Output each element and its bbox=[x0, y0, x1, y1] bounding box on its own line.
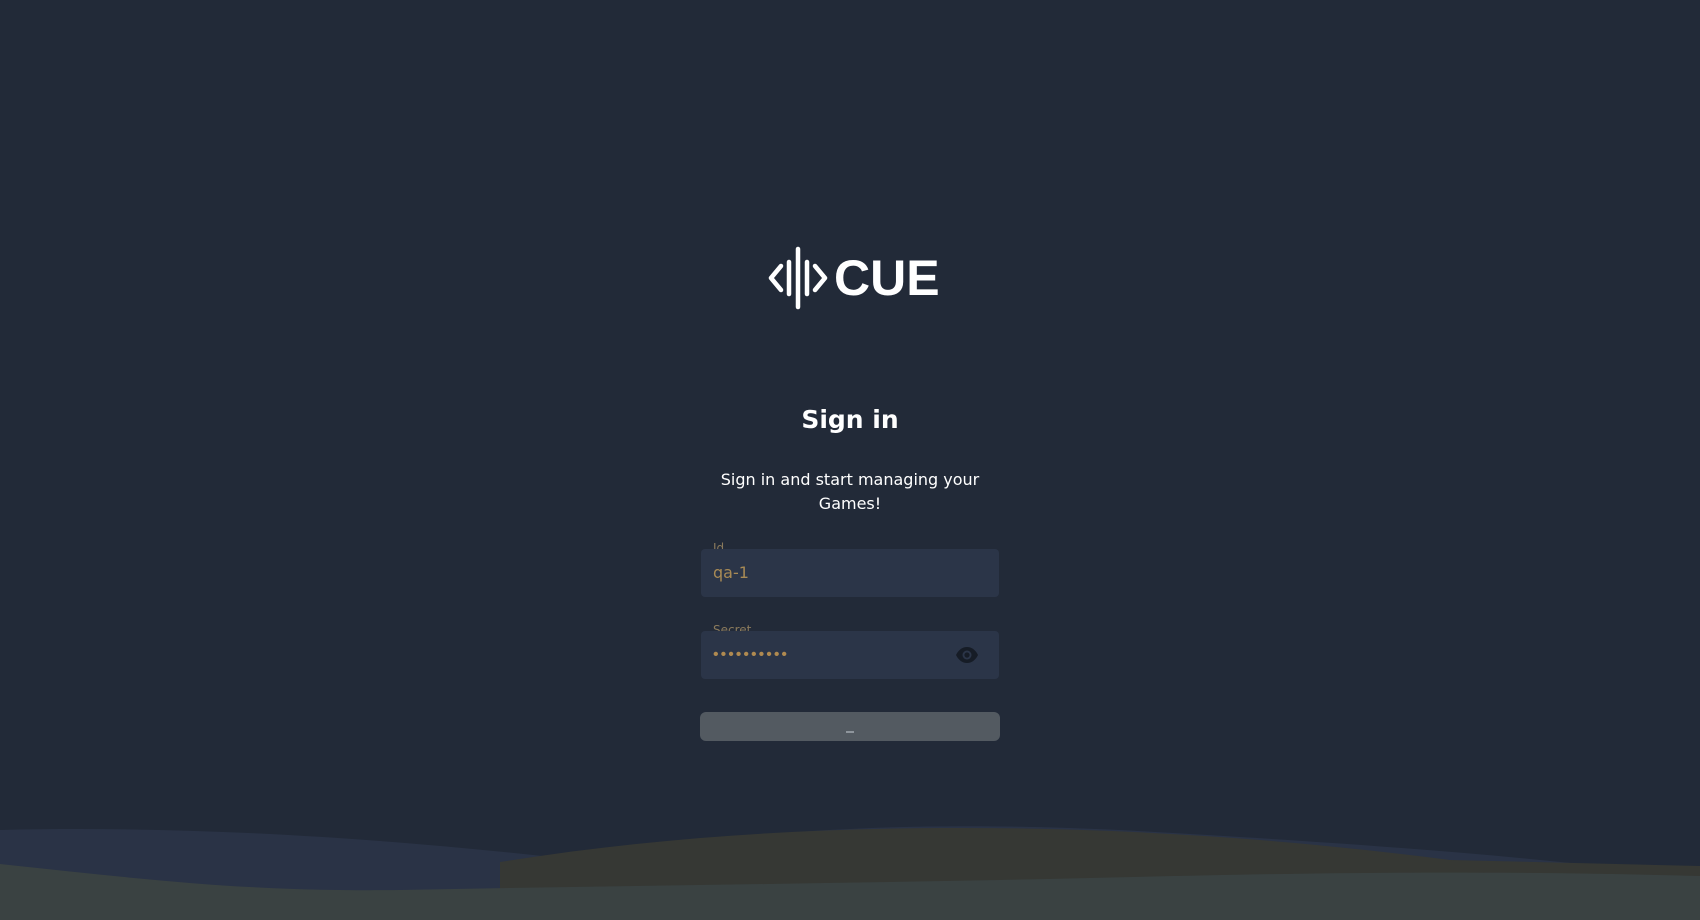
eye-icon[interactable] bbox=[955, 645, 979, 665]
secret-input[interactable]: •••••••••• bbox=[713, 631, 789, 679]
cue-logo: CUE bbox=[768, 246, 940, 310]
decorative-waves bbox=[0, 826, 1700, 920]
sign-in-button[interactable] bbox=[700, 712, 1000, 741]
id-field[interactable] bbox=[701, 549, 999, 597]
page-title: Sign in bbox=[801, 405, 899, 434]
page-subtitle: Sign in and start managing your Games! bbox=[720, 470, 980, 513]
cue-waveform-icon bbox=[768, 246, 828, 310]
secret-field[interactable]: •••••••••• bbox=[701, 631, 999, 679]
sign-in-page: CUE Sign in Sign in and start managing y… bbox=[0, 0, 1700, 920]
id-input[interactable] bbox=[713, 549, 943, 597]
loading-indicator bbox=[846, 731, 854, 733]
logo-wordmark: CUE bbox=[834, 250, 940, 306]
